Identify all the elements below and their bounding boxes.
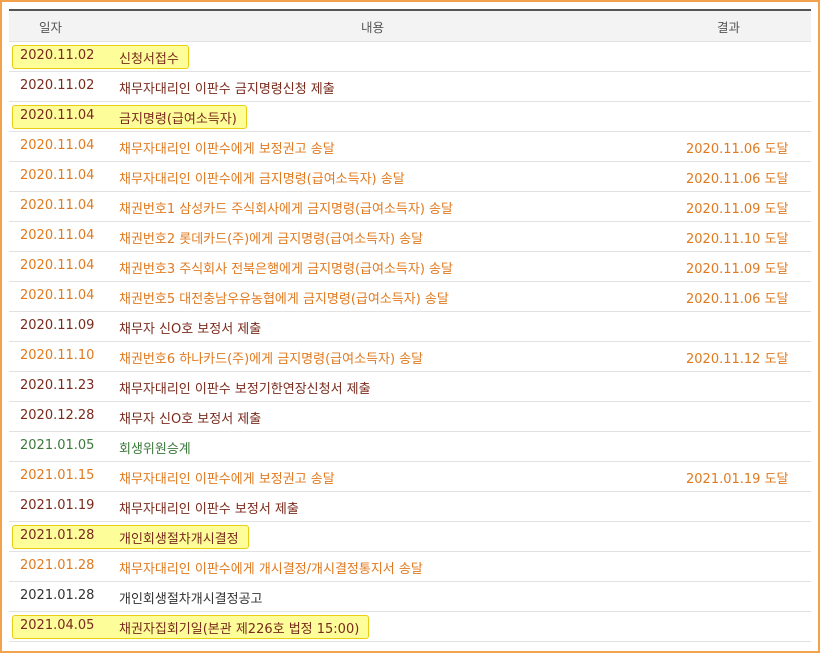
table-header: 일자 내용 결과 xyxy=(9,9,811,42)
row-date: 2021.01.15 xyxy=(20,468,95,483)
table-row: 2020.11.09 채무자 신O호 보정서 제출 xyxy=(9,312,811,342)
table-row: 2020.12.28 채무자 신O호 보정서 제출 xyxy=(9,402,811,432)
row-content: 채무자대리인 이판수에게 개시결정/개시결정통지서 송달 xyxy=(119,562,423,577)
table-row: 2020.11.10 채권번호6 하나카드(주)에게 금지명령(급여소득자) 송달… xyxy=(9,342,811,372)
table-row: 2020.11.23 채무자대리인 이판수 보정기한연장신청서 제출 xyxy=(9,372,811,402)
row-content: 채무자 신O호 보정서 제출 xyxy=(119,322,262,337)
row-content: 개인회생절차개시결정공고 xyxy=(119,592,263,607)
row-content: 채권번호3 주식회사 전북은행에게 금지명령(급여소득자) 송달 xyxy=(119,262,453,277)
table-row: 2020.11.04 채권번호1 삼성카드 주식회사에게 금지명령(급여소득자) … xyxy=(9,192,811,222)
row-content: 채권번호6 하나카드(주)에게 금지명령(급여소득자) 송달 xyxy=(119,352,424,367)
row-result: 2020.11.06 도달 xyxy=(686,172,789,187)
row-content: 회생위원승계 xyxy=(119,442,191,457)
row-result: 2020.11.10 도달 xyxy=(686,232,789,247)
table-row: 2021.01.15 채무자대리인 이판수에게 보정권고 송달 2021.01.19… xyxy=(9,462,811,492)
table-row: 2020.11.04 금지명령(급여소득자) xyxy=(9,102,811,132)
row-date: 2020.11.02 xyxy=(20,78,95,93)
row-date: 2021.01.19 xyxy=(20,498,95,513)
row-date: 2020.11.04 xyxy=(20,288,95,303)
row-content: 채무자 신O호 보정서 제출 xyxy=(119,412,262,427)
column-header-date: 일자 xyxy=(39,20,63,35)
table-row: 2021.01.28 개인회생절차개시결정 xyxy=(9,522,811,552)
row-result: 2020.11.06 도달 xyxy=(686,142,789,157)
row-date: 2020.11.04 xyxy=(20,168,95,183)
row-content: 채권번호5 대전충남우유농협에게 금지명령(급여소득자) 송달 xyxy=(119,292,449,307)
row-content: 채무자대리인 이판수 보정서 제출 xyxy=(119,502,299,517)
table-row: 2020.11.02 채무자대리인 이판수 금지명령신청 제출 xyxy=(9,72,811,102)
table-row: 2021.04.05 채권자집회기일(본관 제226호 법정 15:00) xyxy=(9,612,811,642)
table-row: 2021.01.28 개인회생절차개시결정공고 xyxy=(9,582,811,612)
row-result: 2020.11.09 도달 xyxy=(686,262,789,277)
row-result: 2020.11.12 도달 xyxy=(686,352,789,367)
row-date: 2020.11.10 xyxy=(20,348,95,363)
row-content: 채무자대리인 이판수에게 보정권고 송달 xyxy=(119,472,335,487)
row-content: 채권자집회기일(본관 제226호 법정 15:00) xyxy=(119,622,360,637)
row-content: 채권번호1 삼성카드 주식회사에게 금지명령(급여소득자) 송달 xyxy=(119,202,453,217)
row-content: 금지명령(급여소득자) xyxy=(119,112,237,127)
row-content: 개인회생절차개시결정 xyxy=(119,532,239,547)
row-date: 2020.11.04 xyxy=(20,228,95,243)
table-row: 2020.11.04 채권번호2 롯데카드(주)에게 금지명령(급여소득자) 송달… xyxy=(9,222,811,252)
row-date: 2020.11.04 xyxy=(20,108,95,123)
row-date: 2020.12.28 xyxy=(20,408,95,423)
row-date: 2020.11.04 xyxy=(20,258,95,273)
row-date: 2021.01.28 xyxy=(20,528,95,543)
table-row: 2020.11.02 신청서접수 xyxy=(9,42,811,72)
row-date: 2020.11.04 xyxy=(20,138,95,153)
table-row: 2021.01.05 회생위원승계 xyxy=(9,432,811,462)
table-row: 2020.11.04 채권번호5 대전충남우유농협에게 금지명령(급여소득자) 송… xyxy=(9,282,811,312)
column-header-result: 결과 xyxy=(717,20,741,35)
row-date: 2021.01.28 xyxy=(20,588,95,603)
row-content: 채무자대리인 이판수에게 금지명령(급여소득자) 송달 xyxy=(119,172,405,187)
row-date: 2020.11.23 xyxy=(20,378,95,393)
row-date: 2021.04.05 xyxy=(20,618,95,633)
table-row: 2021.01.19 채무자대리인 이판수 보정서 제출 xyxy=(9,492,811,522)
row-content: 채무자대리인 이판수 보정기한연장신청서 제출 xyxy=(119,382,371,397)
column-header-content: 내용 xyxy=(361,20,385,35)
row-date: 2020.11.04 xyxy=(20,198,95,213)
row-date: 2021.01.05 xyxy=(20,438,95,453)
row-date: 2020.11.02 xyxy=(20,48,95,63)
row-content: 신청서접수 xyxy=(119,52,179,67)
row-result: 2020.11.09 도달 xyxy=(686,202,789,217)
table-row: 2020.11.04 채권번호3 주식회사 전북은행에게 금지명령(급여소득자) … xyxy=(9,252,811,282)
row-content: 채무자대리인 이판수에게 보정권고 송달 xyxy=(119,142,335,157)
row-date: 2020.11.09 xyxy=(20,318,95,333)
table-row: 2020.11.04 채무자대리인 이판수에게 금지명령(급여소득자) 송달 202… xyxy=(9,162,811,192)
row-result: 2021.01.19 도달 xyxy=(686,472,789,487)
table-body: 2020.11.02 신청서접수 2020.11.02 채무자대리인 이판수 금지명령… xyxy=(9,42,811,642)
row-content: 채무자대리인 이판수 금지명령신청 제출 xyxy=(119,82,335,97)
row-date: 2021.01.28 xyxy=(20,558,95,573)
row-result: 2020.11.06 도달 xyxy=(686,292,789,307)
row-content: 채권번호2 롯데카드(주)에게 금지명령(급여소득자) 송달 xyxy=(119,232,424,247)
table-row: 2020.11.04 채무자대리인 이판수에게 보정권고 송달 2020.11.06… xyxy=(9,132,811,162)
case-history-table: 일자 내용 결과 2020.11.02 신청서접수 2020.11.02 채무자대리인… xyxy=(9,9,811,642)
table-row: 2021.01.28 채무자대리인 이판수에게 개시결정/개시결정통지서 송달 xyxy=(9,552,811,582)
